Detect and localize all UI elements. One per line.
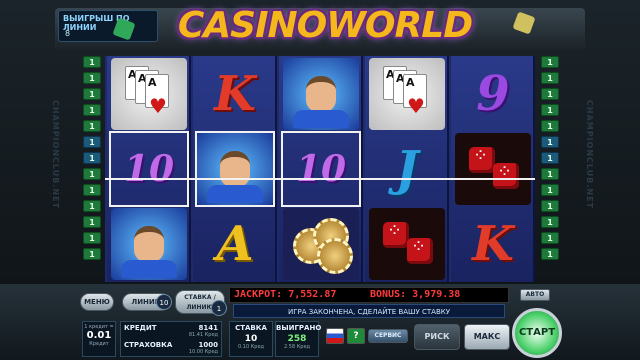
denomination-currency: Кредит — [89, 341, 109, 347]
bet-sub: 0.10 Кред — [238, 344, 264, 350]
symbol-dice — [455, 133, 531, 205]
win-highlight-box — [109, 131, 189, 207]
symbol-dice — [369, 208, 445, 280]
max-bet-button[interactable]: МАКС — [464, 324, 510, 350]
jackpot-display: JACKPOT: 7,552.87 BONUS: 3,979.38 — [229, 287, 509, 303]
bet-value: 10 — [244, 334, 258, 344]
line-button[interactable]: 1 — [83, 120, 101, 132]
risk-button[interactable]: РИСК — [414, 324, 460, 350]
line-button[interactable]: 1 — [83, 216, 101, 228]
line-button[interactable]: 1 — [83, 232, 101, 244]
line-button[interactable]: 1 — [541, 56, 559, 68]
line-button[interactable]: 1 — [541, 120, 559, 132]
line-button[interactable]: 1 — [83, 168, 101, 180]
lines-value: 10 — [156, 294, 172, 310]
won-sub: 2.58 Кред — [284, 344, 310, 350]
line-button[interactable]: 1 — [83, 72, 101, 84]
right-line-buttons: 1 1 1 1 1 1 1 1 1 1 1 1 1 — [540, 56, 560, 281]
won-box: ВЫИГРАНО 258 2.58 Кред — [275, 321, 322, 357]
line-button[interactable]: 1 — [83, 88, 101, 100]
line-button[interactable]: 1 — [541, 200, 559, 212]
symbol-cards: A A A ♥ — [369, 58, 445, 130]
game-logo: CASINOWORLD — [177, 5, 473, 46]
insurance-sub: 10.00 Кред — [188, 349, 218, 355]
line-button[interactable]: 1 — [541, 104, 559, 116]
bet-label: СТАВКА — [235, 324, 267, 332]
status-message: ИГРА ЗАКОНЧЕНА, СДЕЛАЙТЕ ВАШУ СТАВКУ — [233, 304, 505, 318]
win-highlight-box — [281, 131, 361, 207]
reel-4: A A A ♥ J — [365, 56, 449, 282]
insurance-value: 1000 — [198, 341, 218, 349]
symbol-a: A — [216, 216, 254, 272]
help-button[interactable]: ? — [347, 328, 365, 344]
symbol-cards: A A A ♥ — [111, 58, 187, 130]
jackpot-label: JACKPOT: 7,552.87 — [234, 289, 337, 300]
line-button[interactable]: 1 — [83, 248, 101, 260]
bet-per-line-value: 1 — [211, 300, 227, 316]
credit-value: 8141 — [198, 324, 218, 332]
side-brand-left: CHAMPIONCLUB.NET — [51, 100, 60, 209]
line-button[interactable]: 1 — [541, 136, 559, 148]
win-per-line-label: ВЫИГРЫШ ПО ЛИНИИ — [63, 14, 130, 32]
symbol-k: K — [214, 66, 256, 122]
symbol-9: 9 — [476, 66, 510, 122]
start-button[interactable]: СТАРТ — [512, 308, 562, 358]
line-button[interactable]: 1 — [83, 56, 101, 68]
symbol-j: J — [395, 141, 419, 197]
line-button[interactable]: 1 — [83, 136, 101, 148]
line-button[interactable]: 1 — [83, 104, 101, 116]
side-brand-right: CHAMPIONCLUB.NET — [585, 100, 594, 209]
bet-box: СТАВКА 10 0.10 Кред — [229, 321, 273, 357]
symbol-chips — [283, 208, 359, 280]
denomination-value: 0.01 — [86, 330, 112, 341]
won-label: ВЫИГРАНО — [276, 324, 322, 332]
line-button[interactable]: 1 — [541, 232, 559, 244]
auto-button[interactable]: АВТО — [520, 289, 550, 301]
line-button[interactable]: 1 — [541, 152, 559, 164]
bonus-value: 3,979.38 — [412, 289, 461, 300]
symbol-k: K — [472, 216, 514, 272]
line-button[interactable]: 1 — [541, 184, 559, 196]
line-button[interactable]: 1 — [541, 72, 559, 84]
symbol-man — [111, 208, 187, 280]
line-button[interactable]: 1 — [541, 216, 559, 228]
credits-panel: КРЕДИТ 8141 81.41 Кред СТРАХОВКА 1000 10… — [120, 321, 222, 357]
menu-button[interactable]: МЕНЮ — [80, 293, 114, 311]
symbol-man — [283, 58, 359, 130]
service-button[interactable]: СЕРВИС — [368, 329, 408, 343]
win-highlight-box — [195, 131, 275, 207]
left-line-buttons: 1 1 1 1 1 1 1 1 1 1 1 1 1 — [82, 56, 102, 281]
line-button[interactable]: 1 — [541, 248, 559, 260]
line-button[interactable]: 1 — [541, 88, 559, 100]
line-button[interactable]: 1 — [83, 200, 101, 212]
insurance-label: СТРАХОВКА — [124, 341, 173, 349]
line-button[interactable]: 1 — [83, 152, 101, 164]
win-per-line-panel: ВЫИГРЫШ ПО ЛИНИИ 8 — [58, 10, 158, 42]
denomination-panel[interactable]: 1 кредит = 0.01 Кредит — [82, 321, 116, 357]
bonus-label: BONUS: 3,979.38 — [370, 289, 461, 300]
credit-sub: 81.41 Кред — [188, 332, 218, 338]
credit-label: КРЕДИТ — [124, 324, 157, 332]
jackpot-value: 7,552.87 — [288, 289, 337, 300]
line-button[interactable]: 1 — [83, 184, 101, 196]
reel-5: 9K — [451, 56, 535, 282]
language-flag-icon[interactable] — [326, 328, 344, 344]
line-button[interactable]: 1 — [541, 168, 559, 180]
won-value: 258 — [287, 334, 307, 344]
win-per-line-value: 8 — [65, 29, 71, 38]
